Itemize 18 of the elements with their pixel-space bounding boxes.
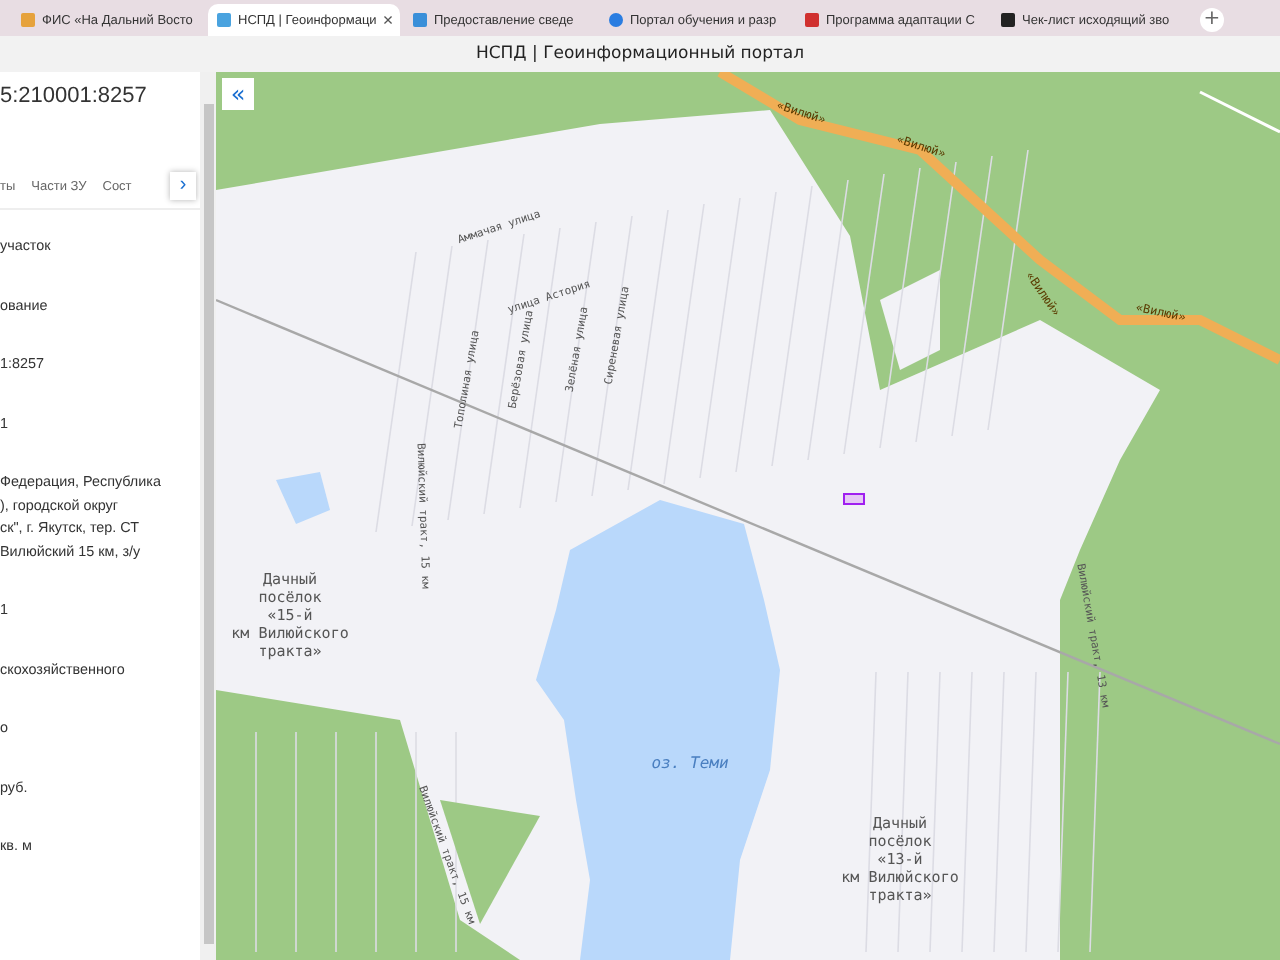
settlement-area bbox=[880, 270, 940, 370]
cadastral-number: 5:210001:8257 bbox=[0, 82, 149, 112]
site-icon bbox=[1000, 12, 1016, 28]
site-icon bbox=[804, 12, 820, 28]
window-title: НСПД | Геоинформационный портал bbox=[475, 44, 805, 64]
new-tab-button[interactable]: + bbox=[1200, 8, 1224, 32]
scrollbar[interactable] bbox=[200, 72, 216, 960]
map-label: оз. Теми bbox=[651, 754, 729, 772]
close-tab-button[interactable]: × bbox=[382, 10, 394, 30]
next-tabs-button[interactable]: › bbox=[170, 172, 196, 200]
road-line bbox=[1199, 90, 1280, 134]
site-icon bbox=[20, 12, 36, 28]
pond bbox=[276, 472, 330, 524]
site-icon bbox=[412, 12, 428, 28]
site-icon bbox=[608, 12, 624, 28]
collapse-panel-button[interactable]: « bbox=[222, 78, 254, 110]
site-icon bbox=[216, 12, 232, 28]
land-parcel-marker[interactable] bbox=[843, 493, 865, 505]
